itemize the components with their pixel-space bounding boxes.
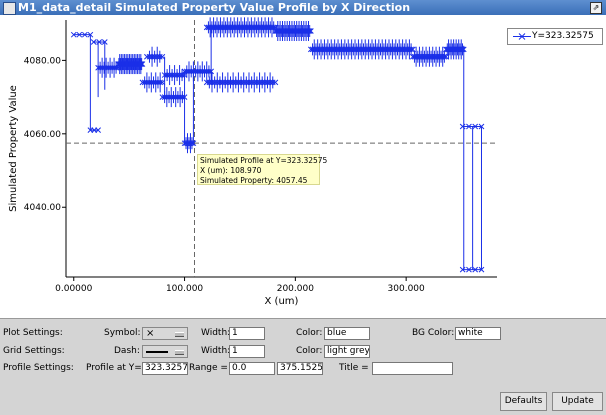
symbol-label: Symbol: [104,328,141,338]
bg-color-input[interactable]: white [455,327,501,340]
grid-settings-label: Grid Settings: [3,346,65,356]
profile-at-y-input[interactable]: 323.32575 [142,362,188,375]
range-max-input[interactable]: 375.1525 [277,362,323,375]
dash-style-preview [146,351,168,353]
tooltip-line-value: Simulated Property: 4057.45 [200,176,308,185]
y-tick-label: 4040.00 [24,203,61,213]
symbol-value: × [146,328,155,339]
maximize-icon[interactable]: ⇗ [590,2,602,14]
window-title: M1_data_detail Simulated Property Value … [18,1,411,14]
grid-width-label: Width: [201,346,231,356]
symbol-select[interactable]: × [142,327,188,340]
dash-label: Dash: [114,346,140,356]
title-label: Title = [339,363,369,373]
legend-swatch [513,33,531,40]
plot-color-input[interactable]: blue [324,327,370,340]
title-bar: M1_data_detail Simulated Property Value … [0,0,606,15]
app-icon[interactable] [3,2,16,15]
profile-settings-label: Profile Settings: [3,363,74,373]
bg-color-label: BG Color: [412,328,455,338]
tooltip-line-x: X (um): 108.970 [200,166,262,175]
update-button[interactable]: Update [552,392,603,411]
tooltip-line-profile: Simulated Profile at Y=323.32575 [200,156,328,165]
chevron-down-icon [175,350,184,355]
plot-settings-label: Plot Settings: [3,328,63,338]
plot-width-input[interactable]: 1 [229,327,265,340]
plot-color-label: Color: [296,328,323,338]
x-tick-label: 0.00000 [55,284,92,294]
x-tick-label: 200.000 [277,284,314,294]
x-tick-label: 100.000 [166,284,203,294]
legend: Y=323.32575 [507,28,603,45]
range-label: Range = [189,363,228,373]
grid-width-input[interactable]: 1 [229,345,265,358]
profile-at-y-label: Profile at Y= [86,363,142,373]
grid-color-label: Color: [296,346,323,356]
y-tick-label: 4080.00 [24,56,61,66]
plot-width-label: Width: [201,328,231,338]
y-axis-label: Simulated Property Value [8,85,19,212]
dash-select[interactable] [142,345,188,358]
x-axis-label: X (um) [265,296,299,307]
chevron-down-icon [175,332,184,337]
defaults-button[interactable]: Defaults [500,392,547,411]
legend-label: Y=323.32575 [532,31,594,41]
grid-color-input[interactable]: light grey [324,345,370,358]
range-min-input[interactable]: 0.0 [229,362,275,375]
title-input[interactable] [372,362,453,375]
chart-area[interactable]: 4040.00 4060.00 4080.00 0.00000 100.000 200.0… [0,15,606,318]
x-tick-label: 300.000 [388,284,425,294]
settings-panel: Plot Settings: Symbol: × Width: 1 Color:… [0,318,606,415]
data-tooltip: Simulated Profile at Y=323.32575 X (um):… [197,154,328,185]
y-tick-label: 4060.00 [24,130,61,140]
